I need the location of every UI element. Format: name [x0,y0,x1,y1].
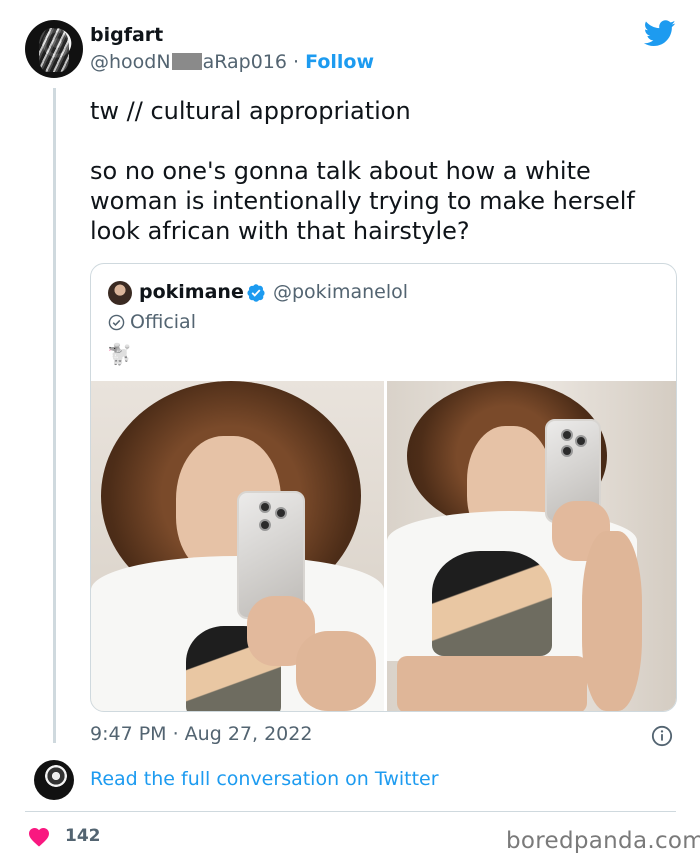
tweet-line-2: so no one's gonna talk about how a white… [90,157,635,245]
quote-author-name[interactable]: pokimane [139,281,244,303]
shirt-print [432,551,552,656]
quote-photo-left[interactable] [91,381,384,711]
tweet-line-1: tw // cultural appropriation [90,97,411,125]
author-handle-start[interactable]: @hoodN [90,51,171,73]
author-handle-row: @hoodN aRap016 · Follow [90,51,374,73]
tweet-text: tw // cultural appropriation so no one's… [90,96,680,276]
author-handle-end[interactable]: aRap016 [203,51,287,73]
arm-shape [296,631,376,711]
quote-author-handle[interactable]: @pokimanelol [273,281,408,303]
handle-redaction [171,53,202,70]
dot-separator: · [293,51,300,73]
official-label: Official [130,311,196,333]
quote-avatar[interactable] [108,281,132,305]
arm-shape [582,531,642,711]
boredpanda-watermark: boredpanda.com [506,828,700,854]
official-badge-icon [108,314,125,331]
quote-photo-right[interactable] [387,381,676,711]
poodle-emoji: 🐩 [107,342,132,366]
tweet-timestamp[interactable]: 9:47 PM · Aug 27, 2022 [90,723,312,745]
author-name[interactable]: bigfart [90,24,163,46]
read-conversation-link[interactable]: Read the full conversation on Twitter [90,768,439,790]
footer-avatar[interactable] [34,760,74,800]
verified-icon [247,284,265,302]
heart-icon[interactable] [27,825,51,847]
midriff-shape [397,656,587,711]
like-count: 142 [65,826,101,846]
twitter-bird-icon[interactable] [644,20,676,47]
thread-line [53,88,56,743]
info-icon[interactable] [651,725,673,747]
divider [25,811,676,812]
quoted-tweet-card[interactable]: pokimane @pokimanelol Official 🐩 [90,263,677,712]
follow-button[interactable]: Follow [305,51,374,73]
author-avatar[interactable] [25,20,83,78]
